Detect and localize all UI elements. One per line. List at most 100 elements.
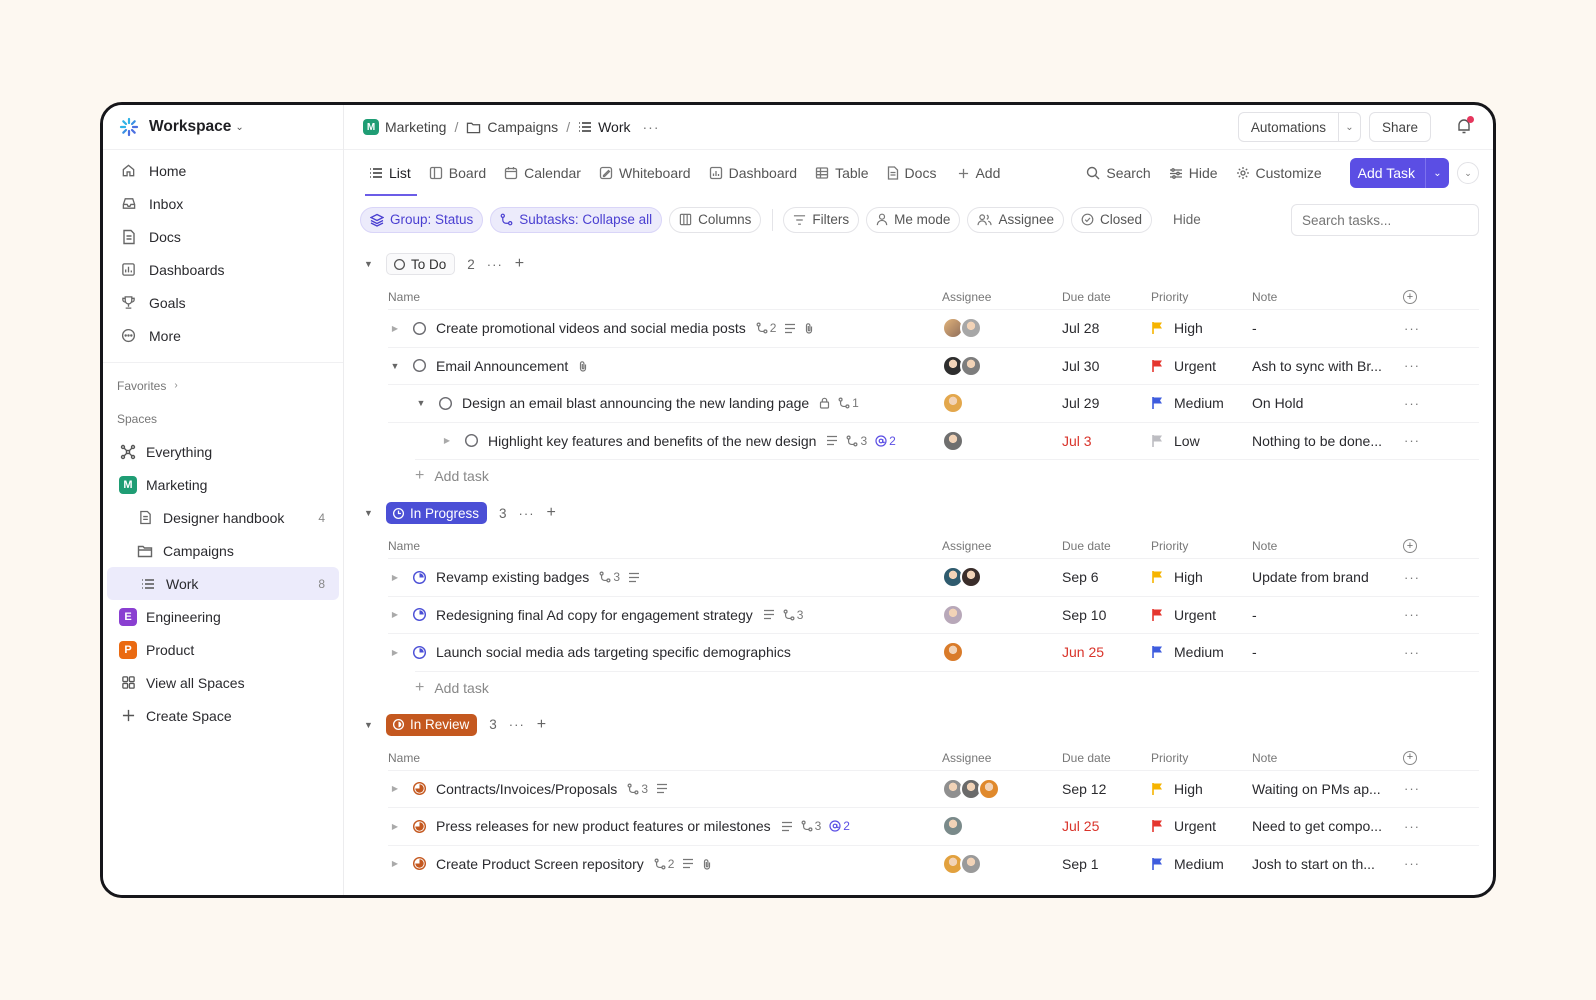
priority-cell[interactable]: Medium [1151, 395, 1224, 411]
priority-cell[interactable]: Medium [1151, 856, 1224, 872]
task-row[interactable]: ▼ Design an email blast announcing the ne… [388, 384, 1479, 422]
column-priority[interactable]: Priority [1151, 539, 1188, 553]
group-more-icon[interactable]: ··· [519, 506, 535, 521]
closed-chip[interactable]: Closed [1070, 206, 1153, 233]
subtasks-chip[interactable]: Subtasks: Collapse all [490, 206, 663, 233]
task-status-icon[interactable] [438, 396, 453, 411]
assignee-chip[interactable]: Assignee [967, 206, 1064, 233]
sidebar-item-dashboards[interactable]: Dashboards [103, 253, 343, 286]
collapse-caret-icon[interactable]: ▼ [364, 259, 386, 269]
task-row[interactable]: ▶ Redesigning final Ad copy for engagemen… [388, 595, 1479, 634]
column-assignee[interactable]: Assignee [942, 539, 991, 553]
add-task-row[interactable]: + Add task [415, 459, 1479, 492]
chevron-right-icon[interactable]: ▶ [440, 436, 454, 445]
sidebar-item-docs[interactable]: Docs [103, 220, 343, 253]
task-status-icon[interactable] [464, 433, 479, 448]
task-status-icon[interactable] [412, 856, 427, 871]
sidebar-item-inbox[interactable]: Inbox [103, 187, 343, 220]
breadcrumb-list[interactable]: Work [578, 119, 631, 135]
column-name[interactable]: Name [388, 539, 420, 553]
priority-cell[interactable]: High [1151, 781, 1203, 797]
due-date[interactable]: Sep 1 [1062, 856, 1099, 872]
task-row[interactable]: ▶ Launch social media ads targeting speci… [388, 633, 1479, 671]
assignee-cell[interactable] [942, 429, 964, 452]
due-date[interactable]: Jul 30 [1062, 358, 1099, 374]
task-name[interactable]: Press releases for new product features … [436, 818, 771, 834]
add-task-row[interactable]: + Add task [415, 670, 1479, 704]
search-tasks-input[interactable] [1291, 204, 1479, 236]
task-name[interactable]: Contracts/Invoices/Proposals [436, 781, 617, 797]
sidebar-item-marketing[interactable]: M Marketing [103, 468, 343, 501]
share-button[interactable]: Share [1368, 112, 1431, 142]
task-name[interactable]: Revamp existing badges [436, 569, 589, 585]
add-task-button[interactable]: Add Task ⌄ [1349, 158, 1449, 188]
task-name[interactable]: Create promotional videos and social med… [436, 320, 746, 336]
assignee-cell[interactable] [942, 566, 982, 589]
sidebar-item-home[interactable]: Home [103, 154, 343, 187]
task-status-icon[interactable] [412, 819, 427, 834]
task-row[interactable]: ▶ Highlight key features and benefits of … [388, 421, 1479, 460]
subtask-count[interactable]: 2 [756, 321, 776, 335]
note-cell[interactable]: Ash to sync with Br... [1252, 358, 1382, 374]
column-due-date[interactable]: Due date [1062, 751, 1111, 765]
subtask-count[interactable]: 3 [627, 782, 648, 796]
subtask-count[interactable]: 3 [783, 608, 803, 622]
row-more-icon[interactable]: ··· [1404, 645, 1420, 660]
subtask-count[interactable]: 3 [846, 434, 867, 448]
chevron-down-icon[interactable]: ▼ [414, 398, 428, 408]
assignee-cell[interactable] [942, 603, 964, 626]
favorites-section[interactable]: Favorites › [103, 369, 343, 402]
priority-cell[interactable]: Urgent [1151, 358, 1216, 374]
add-column-icon[interactable]: + [1403, 750, 1417, 765]
task-name[interactable]: Highlight key features and benefits of t… [488, 433, 816, 449]
subtask-count[interactable]: 3 [801, 819, 821, 833]
group-by-chip[interactable]: Group: Status [360, 206, 484, 233]
note-cell[interactable]: Need to get compo... [1252, 818, 1382, 834]
chevron-down-icon[interactable]: ⌄ [1425, 158, 1449, 188]
due-date[interactable]: Jul 29 [1062, 395, 1099, 411]
column-due-date[interactable]: Due date [1062, 539, 1111, 553]
task-status-icon[interactable] [412, 358, 427, 373]
due-date[interactable]: Sep 10 [1062, 607, 1106, 623]
column-due-date[interactable]: Due date [1062, 290, 1111, 304]
me-mode-chip[interactable]: Me mode [866, 206, 961, 233]
sidebar-item-engineering[interactable]: E Engineering [103, 600, 343, 633]
row-more-icon[interactable]: ··· [1404, 819, 1420, 834]
collapse-toggle-icon[interactable]: ⌄ [1457, 162, 1479, 184]
task-row[interactable]: ▶ Press releases for new product features… [388, 807, 1479, 845]
task-status-icon[interactable] [412, 607, 427, 622]
task-name[interactable]: Create Product Screen repository [436, 856, 644, 872]
assignee-cell[interactable] [942, 354, 982, 377]
tab-board[interactable]: Board [429, 150, 486, 196]
chevron-right-icon[interactable]: ▶ [388, 610, 402, 619]
more-options-icon[interactable]: ··· [643, 119, 660, 135]
assignee-cell[interactable] [942, 815, 964, 838]
notifications-button[interactable] [1449, 112, 1479, 142]
add-view-button[interactable]: Add [958, 150, 1000, 196]
priority-cell[interactable]: High [1151, 569, 1203, 585]
task-row[interactable]: ▶ Create Product Screen repository 2 Sep 1 M… [388, 844, 1479, 883]
note-cell[interactable]: On Hold [1252, 395, 1303, 411]
due-date[interactable]: Sep 12 [1062, 781, 1106, 797]
group-add-icon[interactable]: + [547, 504, 556, 522]
columns-chip[interactable]: Columns [669, 206, 762, 233]
row-more-icon[interactable]: ··· [1404, 781, 1420, 796]
note-cell[interactable]: Waiting on PMs ap... [1252, 781, 1381, 797]
assignee-cell[interactable] [942, 392, 964, 415]
tab-dashboard[interactable]: Dashboard [709, 150, 797, 196]
row-more-icon[interactable]: ··· [1404, 321, 1420, 336]
note-cell[interactable]: - [1252, 644, 1257, 660]
subtask-count[interactable]: 1 [838, 396, 859, 410]
task-name[interactable]: Redesigning final Ad copy for engagement… [436, 607, 753, 623]
group-add-icon[interactable]: + [515, 255, 524, 273]
tab-calendar[interactable]: Calendar [504, 150, 581, 196]
mention-count[interactable]: 2 [875, 434, 896, 448]
group-more-icon[interactable]: ··· [487, 257, 503, 272]
assignee-cell[interactable] [942, 641, 964, 664]
sidebar-item-goals[interactable]: Goals [103, 286, 343, 319]
column-priority[interactable]: Priority [1151, 290, 1188, 304]
note-cell[interactable]: Update from brand [1252, 569, 1369, 585]
row-more-icon[interactable]: ··· [1404, 856, 1420, 871]
task-name[interactable]: Launch social media ads targeting specif… [436, 644, 791, 660]
sidebar-item-more[interactable]: More [103, 319, 343, 352]
